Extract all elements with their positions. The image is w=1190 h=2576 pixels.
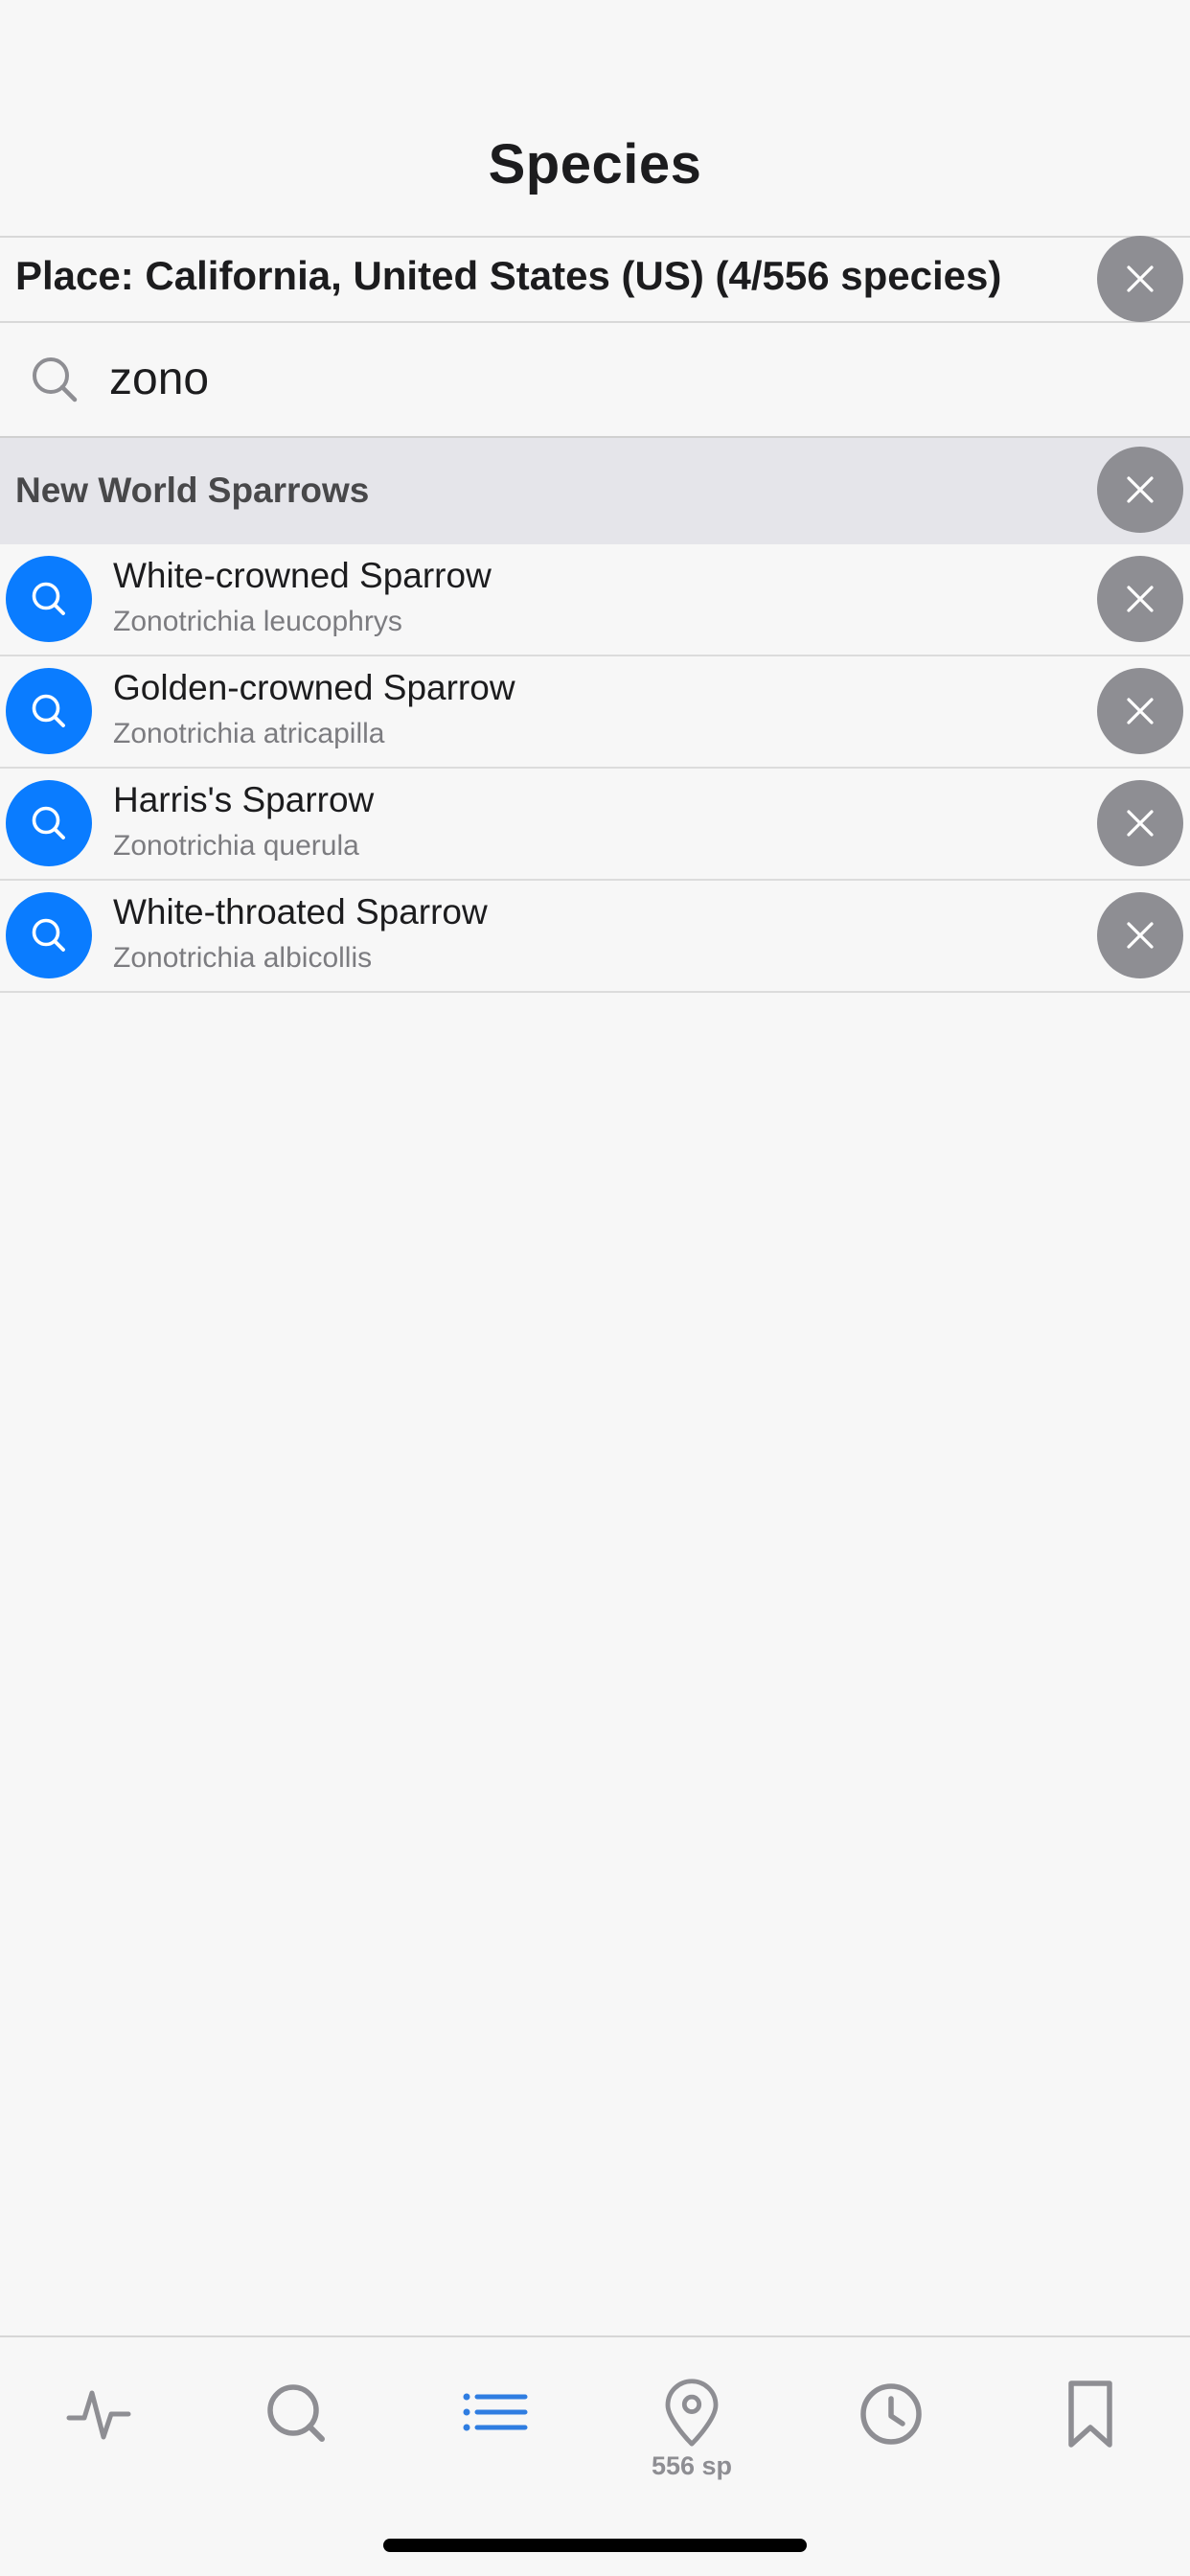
navigation-header: Species xyxy=(0,0,1190,236)
remove-species-button[interactable] xyxy=(1097,668,1183,754)
species-search-button[interactable] xyxy=(6,892,92,978)
species-common-name: White-crowned Sparrow xyxy=(113,556,492,595)
close-icon xyxy=(1127,698,1154,724)
species-search-button[interactable] xyxy=(6,780,92,866)
species-scientific-name: Zonotrichia atricapilla xyxy=(113,718,385,749)
clear-place-button[interactable] xyxy=(1097,236,1183,322)
species-common-name: Golden-crowned Sparrow xyxy=(113,668,515,707)
tab-search[interactable] xyxy=(220,2376,374,2481)
species-search-button[interactable] xyxy=(6,668,92,754)
close-icon xyxy=(1127,922,1154,949)
search-icon xyxy=(32,918,65,952)
tab-history[interactable] xyxy=(814,2376,968,2481)
close-icon xyxy=(1127,265,1154,292)
species-row[interactable]: White-throated Sparrow Zonotrichia albic… xyxy=(0,881,1190,993)
remove-species-button[interactable] xyxy=(1097,780,1183,866)
map-pin-icon xyxy=(665,2379,719,2447)
tab-place[interactable]: 556 sp xyxy=(615,2376,768,2481)
bookmark-icon xyxy=(1068,2380,1112,2448)
species-common-name: White-throated Sparrow xyxy=(113,892,488,932)
species-scientific-name: Zonotrichia querula xyxy=(113,830,359,862)
species-search-button[interactable] xyxy=(6,556,92,642)
search-icon xyxy=(32,582,65,615)
clear-group-button[interactable] xyxy=(1097,447,1183,533)
species-row[interactable]: Harris's Sparrow Zonotrichia querula xyxy=(0,769,1190,881)
place-filter-bar[interactable]: Place: California, United States (US) (4… xyxy=(0,236,1190,323)
group-label: New World Sparrows xyxy=(15,471,370,510)
search-input[interactable] xyxy=(109,342,1163,415)
species-row[interactable]: Golden-crowned Sparrow Zonotrichia atric… xyxy=(0,656,1190,769)
search-icon xyxy=(267,2384,325,2442)
remove-species-button[interactable] xyxy=(1097,556,1183,642)
search-icon xyxy=(32,694,65,727)
group-header: New World Sparrows xyxy=(0,438,1190,544)
place-species-count: 556 sp xyxy=(651,2451,733,2480)
species-scientific-name: Zonotrichia albicollis xyxy=(113,942,373,974)
home-indicator xyxy=(383,2539,807,2552)
place-filter-label: Place: California, United States (US) (4… xyxy=(15,253,1002,298)
remove-species-button[interactable] xyxy=(1097,892,1183,978)
tab-activity[interactable] xyxy=(23,2376,176,2481)
tab-saved[interactable] xyxy=(1014,2376,1167,2481)
close-icon xyxy=(1127,810,1154,837)
close-icon xyxy=(1127,476,1154,503)
activity-icon xyxy=(66,2390,131,2440)
page-title: Species xyxy=(488,133,702,196)
list-icon xyxy=(463,2393,528,2431)
close-icon xyxy=(1127,586,1154,612)
search-bar xyxy=(0,323,1190,438)
tab-list[interactable] xyxy=(418,2376,571,2481)
search-icon xyxy=(29,354,80,405)
search-icon xyxy=(32,806,65,840)
clock-icon xyxy=(860,2383,922,2445)
species-scientific-name: Zonotrichia leucophrys xyxy=(113,606,402,637)
species-row[interactable]: White-crowned Sparrow Zonotrichia leucop… xyxy=(0,544,1190,656)
species-common-name: Harris's Sparrow xyxy=(113,780,375,819)
